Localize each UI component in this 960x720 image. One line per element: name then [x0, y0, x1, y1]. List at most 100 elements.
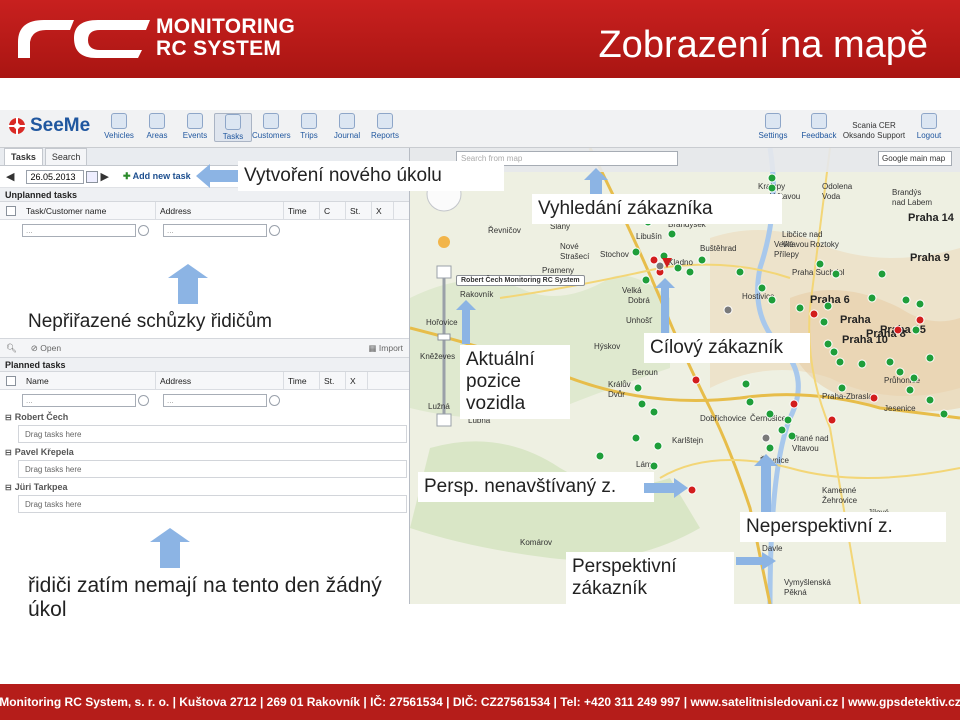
customer-marker-not-visited[interactable] — [687, 485, 697, 495]
customer-marker-prospective[interactable] — [765, 443, 775, 453]
customer-marker-non-prospective[interactable] — [723, 305, 733, 315]
customer-marker-prospective[interactable] — [653, 441, 663, 451]
customer-marker-prospective[interactable] — [595, 451, 605, 461]
customer-marker-not-visited[interactable] — [893, 325, 903, 335]
customer-marker-prospective[interactable] — [835, 357, 845, 367]
customer-marker-prospective[interactable] — [829, 347, 839, 357]
col-name[interactable]: Name — [22, 372, 156, 389]
customer-marker-prospective[interactable] — [939, 409, 949, 419]
filter-address-input[interactable]: ... — [163, 393, 267, 407]
customer-marker-prospective[interactable] — [795, 303, 805, 313]
customer-marker-prospective[interactable] — [911, 325, 921, 335]
customer-marker-prospective[interactable] — [909, 373, 919, 383]
search-icon[interactable] — [138, 394, 149, 406]
driver-row[interactable]: ⊟ Robert Čech — [0, 410, 409, 424]
col-time[interactable]: Time — [284, 372, 320, 389]
nav-areas[interactable]: Areas — [138, 113, 176, 142]
customer-marker-prospective[interactable] — [837, 383, 847, 393]
nav-customers[interactable]: Customers — [252, 113, 291, 142]
customer-marker-prospective[interactable] — [925, 395, 935, 405]
search-icon[interactable] — [269, 224, 280, 236]
nav-vehicles[interactable]: Vehicles — [100, 113, 138, 142]
customer-marker-prospective[interactable] — [823, 339, 833, 349]
col-delete[interactable]: X — [346, 372, 368, 389]
arrow-right-icon[interactable]: ▶ — [100, 170, 108, 183]
nav-reports[interactable]: Reports — [366, 113, 404, 142]
customer-marker-prospective[interactable] — [745, 397, 755, 407]
customer-marker-prospective[interactable] — [901, 295, 911, 305]
customer-marker-prospective[interactable] — [649, 407, 659, 417]
open-button[interactable]: ⊘ Open — [31, 343, 61, 354]
customer-marker-prospective[interactable] — [649, 461, 659, 471]
nav-events[interactable]: Events — [176, 113, 214, 142]
customer-marker-prospective[interactable] — [831, 269, 841, 279]
nav-settings[interactable]: Settings — [750, 113, 796, 141]
filter-name-input[interactable]: ... — [22, 393, 136, 407]
customer-marker-prospective[interactable] — [787, 431, 797, 441]
customer-marker-prospective[interactable] — [685, 267, 695, 277]
import-button[interactable]: ▦ Import — [369, 343, 404, 354]
col-status[interactable]: St. — [346, 202, 372, 219]
customer-marker-prospective[interactable] — [877, 269, 887, 279]
customer-marker-prospective[interactable] — [819, 317, 829, 327]
search-icon[interactable] — [269, 394, 280, 406]
customer-marker-prospective[interactable] — [915, 299, 925, 309]
col-status[interactable]: St. — [320, 372, 346, 389]
customer-marker-not-visited[interactable] — [649, 255, 659, 265]
tab-tasks[interactable]: Tasks — [4, 148, 43, 165]
search-icon[interactable] — [138, 224, 149, 236]
customer-marker-prospective[interactable] — [765, 409, 775, 419]
driver-row[interactable]: ⊟ Pavel Křepela — [0, 445, 409, 459]
customer-marker-prospective[interactable] — [767, 295, 777, 305]
customer-marker-prospective[interactable] — [767, 183, 777, 193]
collapse-icon[interactable]: ⊟ — [5, 413, 12, 422]
drop-zone[interactable]: Drag tasks here — [18, 460, 407, 478]
customer-marker-prospective[interactable] — [697, 255, 707, 265]
customer-marker-prospective[interactable] — [673, 263, 683, 273]
filter-name-input[interactable]: ... — [22, 223, 136, 237]
calendar-icon[interactable] — [86, 170, 99, 183]
customer-marker-not-visited[interactable] — [809, 309, 819, 319]
customer-marker-not-visited[interactable] — [827, 415, 837, 425]
customer-marker-prospective[interactable] — [631, 433, 641, 443]
col-delete[interactable]: X — [372, 202, 394, 219]
col-address[interactable]: Address — [156, 202, 284, 219]
customer-marker-prospective[interactable] — [885, 357, 895, 367]
customer-marker-prospective[interactable] — [783, 415, 793, 425]
col-address[interactable]: Address — [156, 372, 284, 389]
customer-marker-prospective[interactable] — [925, 353, 935, 363]
customer-marker-prospective[interactable] — [735, 267, 745, 277]
customer-marker-prospective[interactable] — [741, 379, 751, 389]
customer-marker-prospective[interactable] — [641, 275, 651, 285]
customer-marker-non-prospective[interactable] — [655, 261, 665, 271]
nav-logout[interactable]: Logout — [906, 113, 952, 141]
customer-marker-prospective[interactable] — [823, 301, 833, 311]
drop-zone[interactable]: Drag tasks here — [18, 425, 407, 443]
nav-feedback[interactable]: Feedback — [796, 113, 842, 141]
customer-marker-prospective[interactable] — [815, 259, 825, 269]
customer-marker-prospective[interactable] — [767, 173, 777, 183]
nav-journal[interactable]: Journal — [328, 113, 366, 142]
arrow-left-icon[interactable]: ◀ — [6, 170, 14, 183]
customer-marker-not-visited[interactable] — [915, 315, 925, 325]
select-all-checkbox[interactable] — [6, 205, 16, 216]
driver-row[interactable]: ⊟ Jüri Tarkpea — [0, 480, 409, 494]
col-c[interactable]: C — [320, 202, 346, 219]
customer-marker-prospective[interactable] — [905, 385, 915, 395]
customer-marker-prospective[interactable] — [867, 293, 877, 303]
collapse-icon[interactable]: ⊟ — [5, 448, 12, 457]
customer-marker-prospective[interactable] — [633, 383, 643, 393]
customer-marker-non-prospective[interactable] — [761, 433, 771, 443]
customer-marker-not-visited[interactable] — [789, 399, 799, 409]
drop-zone[interactable]: Drag tasks here — [18, 495, 407, 513]
add-task-button[interactable]: ✚ Add new task — [123, 171, 191, 182]
seeme-logo[interactable]: SeeMe — [8, 115, 90, 137]
date-input[interactable]: 26.05.2013 — [26, 169, 85, 184]
collapse-icon[interactable]: ⊟ — [5, 483, 12, 492]
nav-tasks[interactable]: Tasks — [214, 113, 252, 142]
customer-marker-not-visited[interactable] — [869, 393, 879, 403]
filter-address-input[interactable]: ... — [163, 223, 267, 237]
col-time[interactable]: Time — [284, 202, 320, 219]
customer-marker-prospective[interactable] — [857, 359, 867, 369]
customer-marker-not-visited[interactable] — [691, 375, 701, 385]
